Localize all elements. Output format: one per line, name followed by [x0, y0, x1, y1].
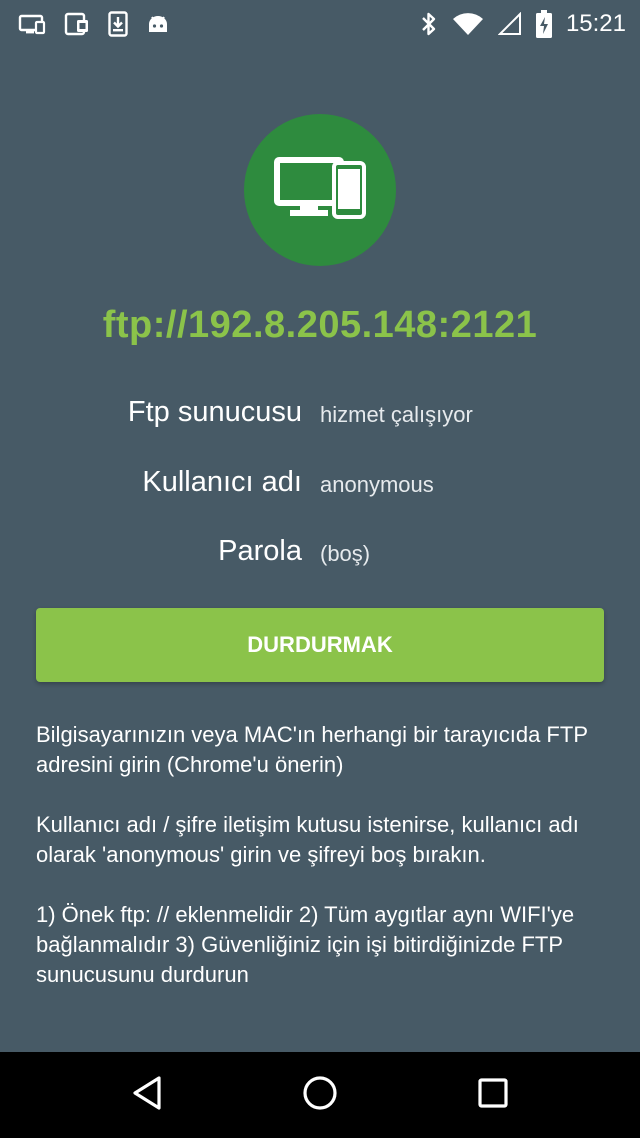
battery-charging-icon [535, 10, 552, 38]
username-row: Kullanıcı adı anonymous [0, 466, 640, 506]
home-button[interactable] [280, 1060, 360, 1130]
username-label: Kullanıcı adı [142, 466, 302, 498]
home-circle-icon [301, 1074, 339, 1117]
download-icon [108, 11, 128, 37]
devices-hero [244, 114, 396, 266]
back-button[interactable] [107, 1060, 187, 1130]
instruction-paragraph: 1) Önek ftp: // eklenmelidir 2) Tüm aygı… [36, 902, 575, 987]
instructions: Bilgisayarınızın veya MAC'ın herhangi bi… [36, 720, 608, 1020]
server-status-value: hizmet çalışıyor [320, 402, 473, 427]
bluetooth-icon [420, 11, 438, 37]
recents-square-icon [477, 1077, 509, 1114]
ftp-address: ftp://192.8.205.148:2121 [102, 304, 538, 346]
status-bar: 15:21 [0, 0, 640, 48]
instruction-paragraph: Kullanıcı adı / şifre iletişim kutusu is… [36, 812, 579, 867]
server-status-row: Ftp sunucusu hizmet çalışıyor [0, 396, 640, 436]
cast-screen-icon [18, 13, 46, 35]
password-label: Parola [218, 535, 302, 567]
phone-screen-icon [64, 12, 90, 36]
cell-signal-icon [497, 12, 522, 36]
wifi-icon [452, 12, 484, 36]
username-value: anonymous [320, 472, 434, 497]
stop-server-button[interactable]: DURDURMAK [36, 608, 604, 682]
instruction-paragraph: Bilgisayarınızın veya MAC'ın herhangi bi… [36, 722, 588, 777]
notification-icons [18, 11, 170, 37]
status-clock: 15:21 [565, 10, 626, 37]
password-value: (boş) [320, 541, 371, 566]
recents-button[interactable] [453, 1060, 533, 1130]
password-row: Parola (boş) [0, 535, 640, 575]
devices-icon [274, 156, 366, 224]
back-triangle-icon [130, 1075, 164, 1116]
android-icon [146, 12, 170, 36]
navigation-bar [0, 1052, 640, 1138]
system-icons: 15:21 [420, 10, 626, 38]
server-status-label: Ftp sunucusu [127, 396, 302, 428]
